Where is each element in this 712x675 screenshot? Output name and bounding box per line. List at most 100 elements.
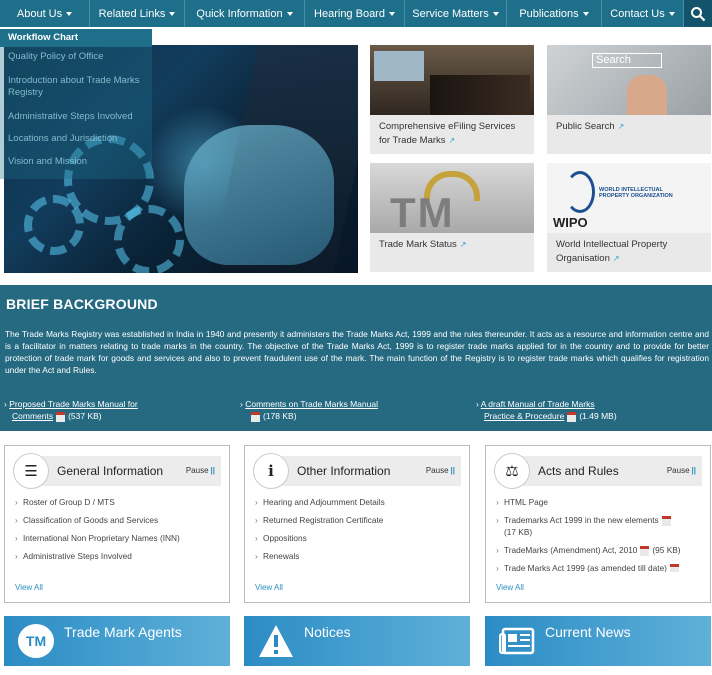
list-item[interactable]: HTML Page: [496, 496, 696, 508]
view-all-link[interactable]: View All: [496, 583, 524, 592]
wipo-logo-icon: [565, 171, 595, 213]
banner-label: Trade Mark Agents: [64, 624, 182, 640]
list-item[interactable]: International Non Proprietary Names (INN…: [15, 532, 215, 544]
list-item[interactable]: Trademarks Act 1999 in the new elements(…: [496, 514, 696, 538]
tile-wipo[interactable]: WORLD INTELLECTUAL PROPERTY ORGANIZATION…: [547, 163, 711, 272]
submenu-locations[interactable]: Locations and Jurisdiction: [0, 133, 152, 145]
brief-title: BRIEF BACKGROUND: [6, 296, 158, 312]
chevron-down-icon: [66, 11, 73, 16]
search-icon: [691, 6, 706, 21]
warning-icon: [258, 624, 294, 658]
list-item[interactable]: Hearing and Adjournment Details: [255, 496, 455, 508]
tile-efiling-caption: Comprehensive eFiling Services for Trade…: [379, 121, 516, 146]
wipo-org-text: WORLD INTELLECTUAL PROPERTY ORGANIZATION: [599, 187, 673, 199]
chevron-down-icon: [668, 11, 675, 16]
list-item[interactable]: Administrative Steps Involved: [15, 550, 215, 562]
pause-button[interactable]: Pause ||: [426, 466, 455, 475]
main-nav: About Us Related Links Quick Information…: [0, 0, 712, 27]
card-general-information: ☰ General Information Pause|| Roster of …: [4, 445, 230, 603]
list-item[interactable]: Roster of Group D / MTS: [15, 496, 215, 508]
pause-button[interactable]: Pause ||: [186, 466, 215, 475]
download-link-text: A draft Manual of Trade Marks: [480, 399, 595, 409]
pdf-icon: [661, 515, 671, 526]
projector-screen: [374, 51, 424, 81]
card-header: ⚖ Acts and Rules Pause ||: [494, 453, 702, 489]
nav-hearing-board[interactable]: Hearing Board: [305, 0, 405, 27]
tile-public-search-image: Search: [547, 45, 711, 115]
tile-wipo-caption: World Intellectual Property Organisation…: [556, 239, 668, 264]
submenu-quality-policy[interactable]: Quality Policy of Office: [0, 51, 152, 63]
nav-contact-us[interactable]: Contact Us: [602, 0, 684, 27]
submenu-administrative-steps[interactable]: Administrative Steps Involved: [0, 111, 152, 123]
chevron-down-icon: [286, 11, 293, 16]
download-link-text: Comments on Trade Marks Manual: [245, 399, 378, 409]
hero-hand: [184, 125, 334, 265]
card-acts-and-rules: ⚖ Acts and Rules Pause|| HTML Page Trade…: [485, 445, 711, 603]
tile-trade-mark-status[interactable]: TM Trade Mark Status ↗: [370, 163, 534, 272]
card-header: ☰ General Information Pause ||: [13, 453, 221, 489]
brief-text: The Trade Marks Registry was established…: [5, 329, 709, 375]
chevron-right-icon: ›: [476, 399, 479, 409]
pause-icon: ||: [691, 466, 696, 475]
download-link-text: Proposed Trade Marks Manual for: [9, 399, 138, 409]
chevron-down-icon: [169, 11, 176, 16]
tile-public-search[interactable]: Search Public Search ↗: [547, 45, 711, 154]
tile-tm-caption: Trade Mark Status ↗: [379, 239, 467, 250]
download-draft-manual[interactable]: › A draft Manual of Trade Marks Practice…: [476, 398, 617, 422]
list-item[interactable]: Renewals: [255, 550, 455, 562]
tile-wipo-image: WORLD INTELLECTUAL PROPERTY ORGANIZATION…: [547, 163, 711, 233]
nav-related-links[interactable]: Related Links: [90, 0, 185, 27]
tm-icon: TM: [18, 624, 54, 658]
nav-publications[interactable]: Publications: [507, 0, 602, 27]
card-other-information: i Other Information Pause|| Hearing and …: [244, 445, 470, 603]
search-box-graphic: Search: [592, 53, 662, 68]
submenu-introduction[interactable]: Introduction about Trade Marks Registry: [0, 75, 152, 99]
chevron-right-icon: ›: [240, 399, 243, 409]
pdf-icon: [669, 563, 679, 572]
finger-graphic: [627, 75, 667, 115]
nav-search-button[interactable]: [684, 0, 712, 27]
list-icon: ☰: [13, 453, 49, 489]
list-item[interactable]: Returned Registration Certificate: [255, 514, 455, 526]
pause-icon: ||: [450, 466, 455, 475]
download-comments-manual[interactable]: › Comments on Trade Marks Manual (178 KB…: [240, 398, 378, 422]
list-item[interactable]: TradeMarks (Amendment) Act, 2010(95 KB): [496, 544, 696, 556]
download-proposed-manual[interactable]: › Proposed Trade Marks Manual for Commen…: [4, 398, 138, 422]
pause-button[interactable]: Pause ||: [667, 466, 696, 475]
file-size: (1.49 MB): [579, 411, 617, 421]
nav-quick-information[interactable]: Quick Information: [185, 0, 305, 27]
card-title: General Information: [57, 464, 164, 478]
tile-public-search-caption: Public Search ↗: [556, 121, 625, 132]
banner-trade-mark-agents[interactable]: TM Trade Mark Agents: [4, 616, 230, 666]
nav-about-us[interactable]: About Us: [0, 0, 90, 27]
banner-current-news[interactable]: Current News: [485, 616, 711, 666]
tile-efiling-image: [370, 45, 534, 115]
pdf-icon: [567, 411, 577, 422]
banner-notices[interactable]: Notices: [244, 616, 470, 666]
view-all-link[interactable]: View All: [255, 583, 283, 592]
pdf-icon: [640, 545, 650, 556]
list-item[interactable]: Classification of Goods and Services: [15, 514, 215, 526]
pdf-icon: [56, 411, 66, 422]
file-size: (178 KB): [263, 411, 297, 421]
list-item[interactable]: Trade Marks Act 1999 (as amended till da…: [496, 562, 696, 572]
info-icon: i: [253, 453, 289, 489]
card-list: Roster of Group D / MTS Classification o…: [15, 496, 215, 572]
view-all-link[interactable]: View All: [15, 583, 43, 592]
tile-tm-image: TM: [370, 163, 534, 233]
gear-icon: [114, 205, 184, 273]
submenu-vision-mission[interactable]: Vision and Mission: [0, 156, 152, 168]
gear-icon: [24, 195, 84, 255]
download-link-text: Comments: [12, 411, 54, 421]
pdf-icon: [251, 411, 260, 422]
external-link-icon: ↗: [459, 240, 467, 249]
chevron-right-icon: ›: [4, 399, 7, 409]
external-link-icon: ↗: [612, 254, 620, 263]
banner-label: Current News: [545, 624, 631, 640]
external-link-icon: ↗: [617, 122, 625, 131]
banner-label: Notices: [304, 624, 351, 640]
tile-efiling[interactable]: Comprehensive eFiling Services for Trade…: [370, 45, 534, 154]
submenu-workflow-chart[interactable]: Workflow Chart: [0, 29, 152, 47]
list-item[interactable]: Oppositions: [255, 532, 455, 544]
nav-service-matters[interactable]: Service Matters: [405, 0, 507, 27]
